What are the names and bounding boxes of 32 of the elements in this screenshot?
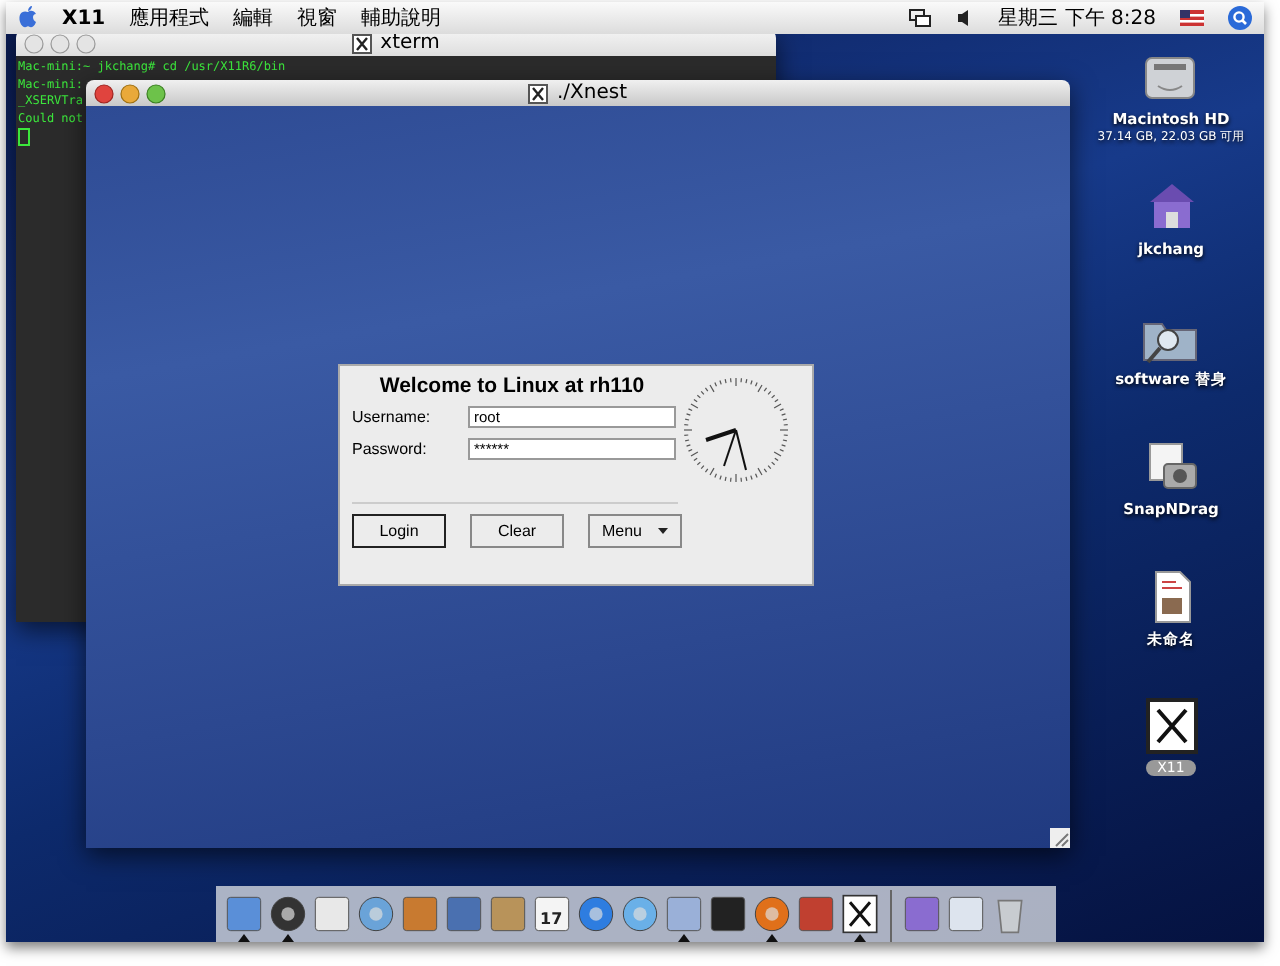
search-icon[interactable] [1228, 6, 1252, 30]
password-label: Password: [352, 440, 429, 458]
camera-icon[interactable] [1148, 443, 1196, 489]
menu-item[interactable]: 應用程式 [129, 4, 210, 32]
text-cursor [18, 128, 30, 146]
x11-icon[interactable] [1145, 698, 1197, 754]
menu-clock[interactable]: 星期三 下午 8:28 [998, 4, 1156, 32]
zoom-button[interactable] [146, 83, 166, 103]
calendar-date: 17 [540, 910, 563, 928]
flag-icon[interactable] [1180, 10, 1204, 26]
x11-icon[interactable] [840, 894, 880, 934]
folder-icon[interactable] [1143, 323, 1198, 364]
apple-menu-icon[interactable] [18, 6, 38, 30]
calendar-icon[interactable] [532, 894, 572, 934]
window-title: ./Xnest [556, 82, 628, 104]
dialog-button[interactable]: Login [352, 514, 446, 548]
close-button[interactable] [94, 83, 114, 103]
dialog-button[interactable]: Clear [470, 514, 564, 548]
menu-item[interactable]: 編輯 [233, 4, 274, 32]
window-title: xterm [380, 32, 440, 54]
analog-clock-icon [680, 374, 792, 486]
resize-grip-icon[interactable] [1050, 828, 1070, 848]
menu-button[interactable]: Menu [588, 514, 682, 548]
menu-item[interactable]: 視窗 [297, 4, 338, 32]
x-logo-icon [528, 83, 549, 103]
welcome-title: Welcome to Linux at rh110 [377, 374, 647, 398]
display-mirror-icon[interactable] [908, 8, 933, 28]
menu-item[interactable]: X11 [62, 7, 106, 29]
menu-item[interactable]: 輔助說明 [361, 4, 442, 32]
minimize-button[interactable] [120, 83, 140, 103]
dropdown-caret-icon [658, 528, 668, 534]
username-label: Username: [352, 408, 433, 426]
